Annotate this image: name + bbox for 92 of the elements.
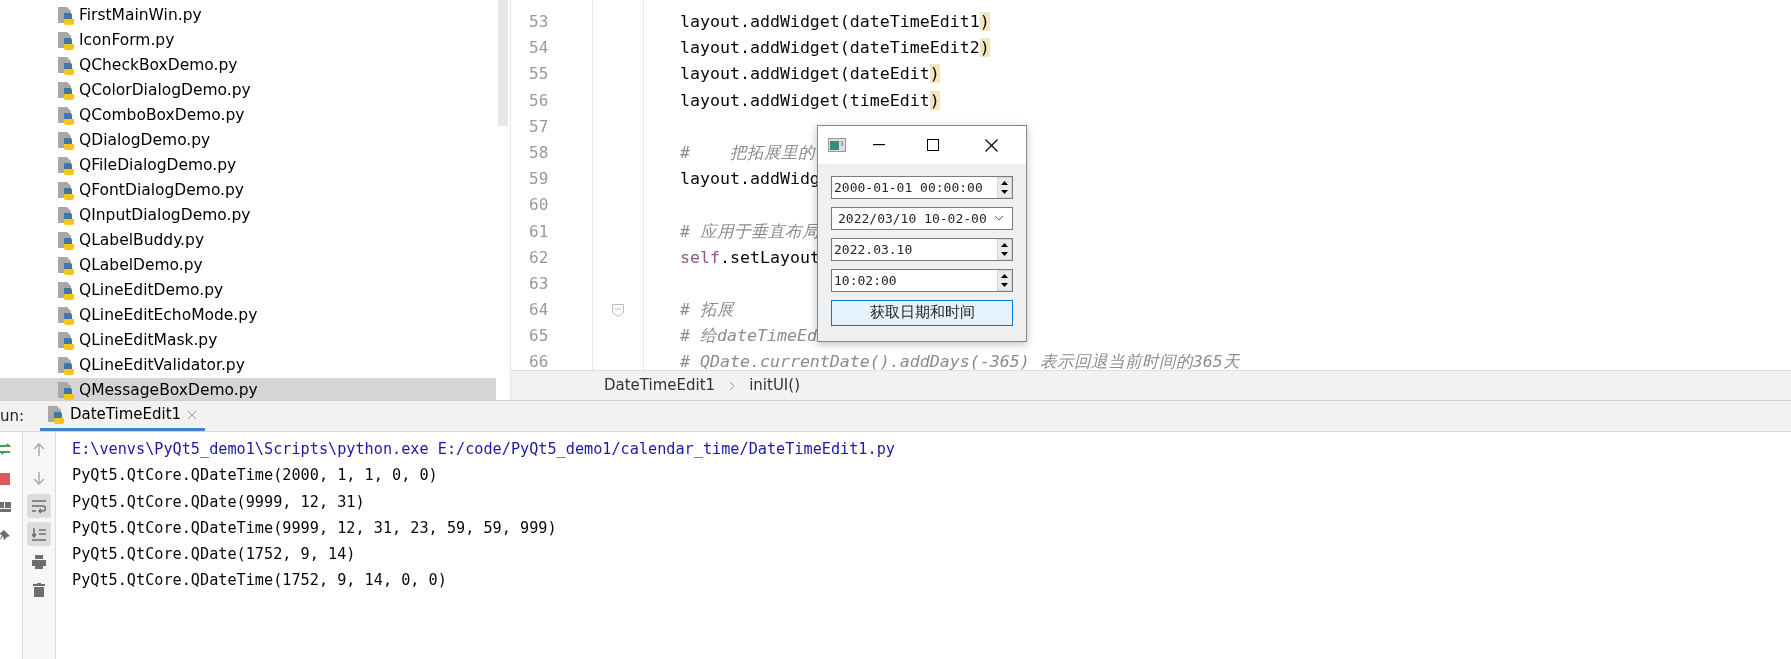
python-file-icon <box>58 56 74 75</box>
tree-item[interactable]: QLineEditDemo.py <box>0 278 496 303</box>
tree-item[interactable]: QColorDialogDemo.py <box>0 78 496 103</box>
python-file-icon <box>58 106 74 125</box>
tree-item[interactable]: QLineEditValidator.py <box>0 353 496 378</box>
tree-item[interactable]: QLabelDemo.py <box>0 253 496 278</box>
stop-icon[interactable] <box>0 471 12 486</box>
chevron-icon <box>729 380 736 391</box>
tree-item[interactable]: QFileDialogDemo.py <box>0 153 496 178</box>
line-number: 58 <box>529 142 549 162</box>
python-file-icon <box>58 81 74 100</box>
get-datetime-button[interactable]: 获取日期和时间 <box>831 300 1013 326</box>
printer-icon <box>32 554 46 570</box>
line-number: 63 <box>529 273 549 293</box>
spinner-icon[interactable] <box>997 239 1012 260</box>
spinner-icon[interactable] <box>997 270 1012 291</box>
code-line: layout.addWidget(dateTimeEdit2) <box>680 38 990 58</box>
code-line: layout.addWidget(dateEdit) <box>680 64 940 84</box>
breadcrumb-item[interactable]: DateTimeEdit1 <box>604 374 716 397</box>
python-icon <box>48 405 64 424</box>
code-line: # QDate.currentDate().addDays(-365) 表示回退当前时间的365天 <box>680 352 1240 370</box>
code-line: # 给dateTimeEd <box>680 326 817 346</box>
toolbar-button[interactable] <box>27 522 51 546</box>
trash-icon <box>32 582 46 598</box>
python-file-icon <box>58 131 74 150</box>
scroll-to-end-icon <box>32 526 46 542</box>
line-number: 53 <box>529 12 549 31</box>
console-line: PyQt5.QtCore.QDateTime(9999, 12, 31, 23, 59, 59, 999) <box>72 518 557 537</box>
console-line: PyQt5.QtCore.QDateTime(2000, 1, 1, 0, 0) <box>72 466 438 485</box>
chevron-down-icon <box>994 215 1004 222</box>
python-file-icon <box>58 281 74 300</box>
spin-box-field[interactable]: 2000-01-01 00:00:00 <box>831 176 1013 199</box>
date-time-dropdown[interactable]: 2022/03/10 10-02-00 <box>831 207 1013 230</box>
code-line: layout.addWidget(timeEdit) <box>680 90 940 110</box>
tree-item[interactable]: QCheckBoxDemo.py <box>0 53 496 78</box>
line-number: 61 <box>529 221 549 241</box>
python-file-icon <box>58 306 74 325</box>
spin-box-field[interactable]: 2022.03.10 <box>831 238 1013 261</box>
app-icon <box>828 138 846 152</box>
python-file-icon <box>58 356 74 375</box>
toolbar-button[interactable] <box>27 494 51 518</box>
line-number: 54 <box>529 38 549 58</box>
line-number: 65 <box>529 326 549 346</box>
python-file-icon <box>58 6 74 25</box>
code-line: layout.addWidg <box>680 169 820 189</box>
line-number: 56 <box>529 90 549 110</box>
code-line: layout.addWidget(dateTimeEdit1) <box>680 12 990 31</box>
code-line: # 拓展 <box>680 300 734 320</box>
console-line: E:\venvs\PyQt5_demo1\Scripts\python.exe E:/code/PyQt5_demo1/calendar_time/DateTimeEdit1.py <box>72 440 895 458</box>
tree-item[interactable]: QInputDialogDemo.py <box>0 203 496 228</box>
python-file-icon <box>58 231 74 250</box>
tree-item[interactable]: IconForm.py <box>0 28 496 53</box>
layout-icon[interactable] <box>0 500 12 515</box>
line-number: 62 <box>529 247 549 267</box>
spinner-icon[interactable] <box>997 177 1012 198</box>
python-file-icon <box>58 156 74 175</box>
console-line: PyQt5.QtCore.QDateTime(1752, 9, 14, 0, 0) <box>72 571 447 590</box>
run-label: un: <box>0 405 26 427</box>
code-line: self.setLayout <box>680 247 820 267</box>
tree-item[interactable]: QMessageBoxDemo.py <box>0 378 496 400</box>
line-number: 64 <box>529 300 549 320</box>
line-number: 55 <box>529 64 549 84</box>
tree-item[interactable]: FirstMainWin.py <box>0 3 496 28</box>
rerun-icon[interactable] <box>0 442 12 457</box>
console-line: PyQt5.QtCore.QDate(9999, 12, 31) <box>72 492 365 511</box>
spin-box-field[interactable]: 10:02:00 <box>831 269 1013 292</box>
line-number: 60 <box>529 195 549 215</box>
python-file-icon <box>58 256 74 275</box>
tree-item[interactable]: QLineEditMask.py <box>0 328 496 353</box>
code-line: # 把拓展里的 <box>680 142 815 162</box>
python-file-icon <box>58 181 74 200</box>
maximize-icon[interactable] <box>927 139 939 151</box>
breadcrumb-item[interactable]: initUI() <box>749 374 800 397</box>
line-number: 57 <box>529 116 549 136</box>
console-line: PyQt5.QtCore.QDate(1752, 9, 14) <box>72 545 356 564</box>
tree-item[interactable]: QLineEditEchoMode.py <box>0 303 496 328</box>
tree-item[interactable]: QDialogDemo.py <box>0 128 496 153</box>
up-arrow-icon <box>32 442 46 458</box>
python-file-icon <box>58 206 74 225</box>
soft-wrap-icon <box>32 498 46 514</box>
python-file-icon <box>58 31 74 50</box>
down-arrow-icon <box>32 470 46 486</box>
close-icon[interactable] <box>985 138 998 152</box>
tree-item[interactable]: QFontDialogDemo.py <box>0 178 496 203</box>
tree-item[interactable]: QLabelBuddy.py <box>0 228 496 253</box>
line-number: 59 <box>529 169 549 189</box>
line-number: 66 <box>529 352 549 370</box>
python-file-icon <box>58 381 74 400</box>
python-file-icon <box>58 331 74 350</box>
minimize-icon[interactable] <box>873 144 885 146</box>
run-tab[interactable]: DateTimeEdit1 <box>40 401 206 431</box>
tree-item[interactable]: QComboBoxDemo.py <box>0 103 496 128</box>
